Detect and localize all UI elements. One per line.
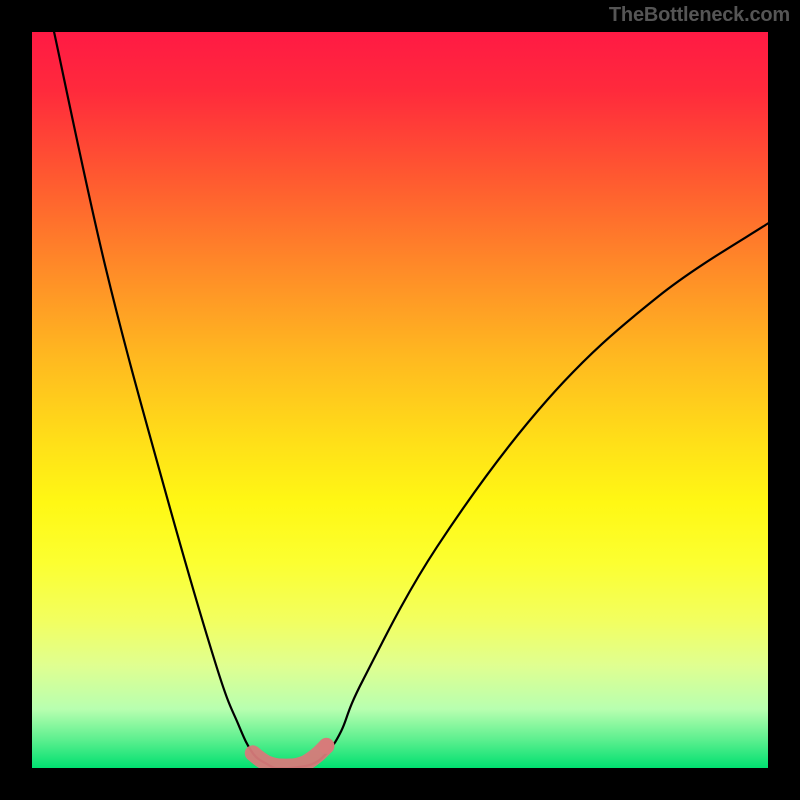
chart-frame: TheBottleneck.com	[0, 0, 800, 800]
watermark-text: TheBottleneck.com	[609, 4, 790, 27]
highlight-segment	[253, 746, 327, 767]
highlight-end-dot	[318, 738, 334, 754]
curve-layer	[32, 32, 768, 768]
plot-area	[32, 32, 768, 768]
bottleneck-curve	[54, 32, 768, 768]
